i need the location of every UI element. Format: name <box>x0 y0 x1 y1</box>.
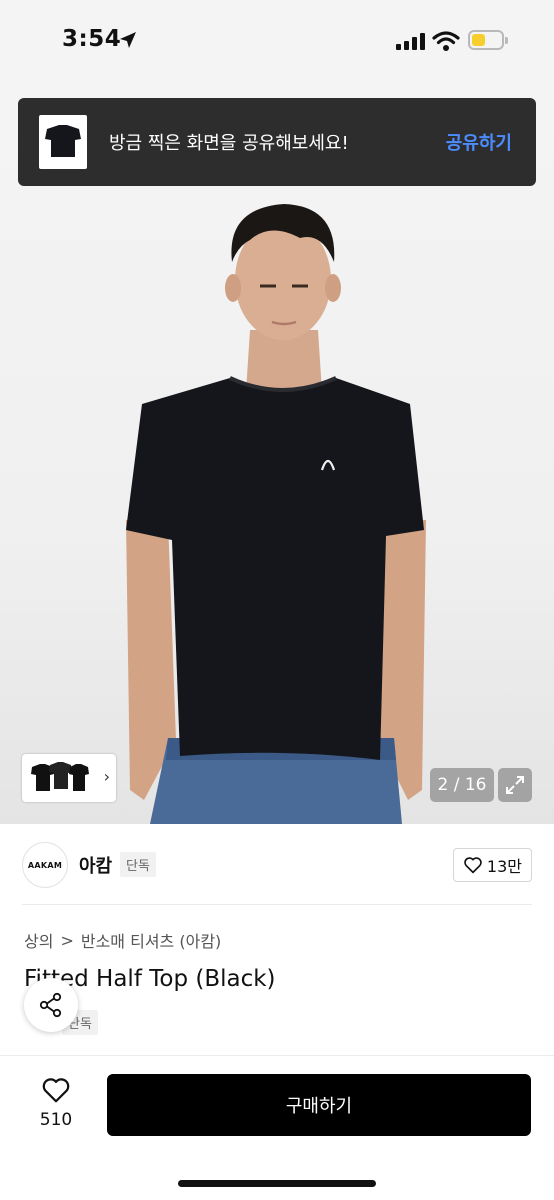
thumbnail-strip-button[interactable]: › <box>22 754 116 802</box>
brand-row: AAKAM 아캄 단독 13만 <box>22 842 532 888</box>
cellular-signal-icon <box>396 32 425 50</box>
expand-image-button[interactable] <box>498 768 532 802</box>
heart-outline-icon <box>42 1078 70 1103</box>
image-page-counter: 2 / 16 <box>430 768 494 802</box>
location-arrow-icon <box>120 32 136 48</box>
breadcrumb-subcategory[interactable]: 반소매 티셔츠 (아캄) <box>81 928 221 952</box>
brand-logo[interactable]: AAKAM <box>22 842 68 888</box>
bottom-action-bar: 510 구매하기 <box>0 1055 554 1200</box>
thumbnail-shirts-image <box>31 762 89 791</box>
home-indicator[interactable] <box>178 1180 376 1187</box>
share-screenshot-banner[interactable]: 방금 찍은 화면을 공유해보세요! 공유하기 <box>18 98 536 186</box>
chevron-right-icon: › <box>103 767 110 786</box>
share-banner-message: 방금 찍은 화면을 공유해보세요! <box>109 133 349 154</box>
exclusive-badge: 단독 <box>120 852 156 877</box>
brand-name[interactable]: 아캄 <box>79 852 112 878</box>
brand-like-count: 13만 <box>486 857 522 876</box>
breadcrumb: 상의 > 반소매 티셔츠 (아캄) <box>24 928 221 952</box>
share-icon <box>39 992 62 1018</box>
wishlist-button[interactable]: 510 <box>22 1076 90 1130</box>
wifi-icon <box>432 31 460 51</box>
breadcrumb-separator: > <box>60 930 74 950</box>
battery-icon <box>468 30 508 50</box>
heart-outline-icon <box>464 857 482 874</box>
screenshot-thumbnail <box>39 115 87 169</box>
share-button[interactable] <box>24 978 78 1032</box>
status-bar: 3:54 <box>0 0 554 84</box>
model-photo <box>126 204 426 824</box>
brand-like-button[interactable]: 13만 <box>452 848 532 882</box>
share-action-button[interactable]: 공유하기 <box>446 129 512 155</box>
status-time: 3:54 <box>62 26 122 52</box>
divider <box>22 904 532 905</box>
buy-button[interactable]: 구매하기 <box>107 1074 531 1136</box>
expand-icon <box>506 776 524 794</box>
breadcrumb-category[interactable]: 상의 <box>24 928 53 952</box>
product-image[interactable] <box>0 84 554 824</box>
wishlist-count: 510 <box>39 1110 73 1130</box>
